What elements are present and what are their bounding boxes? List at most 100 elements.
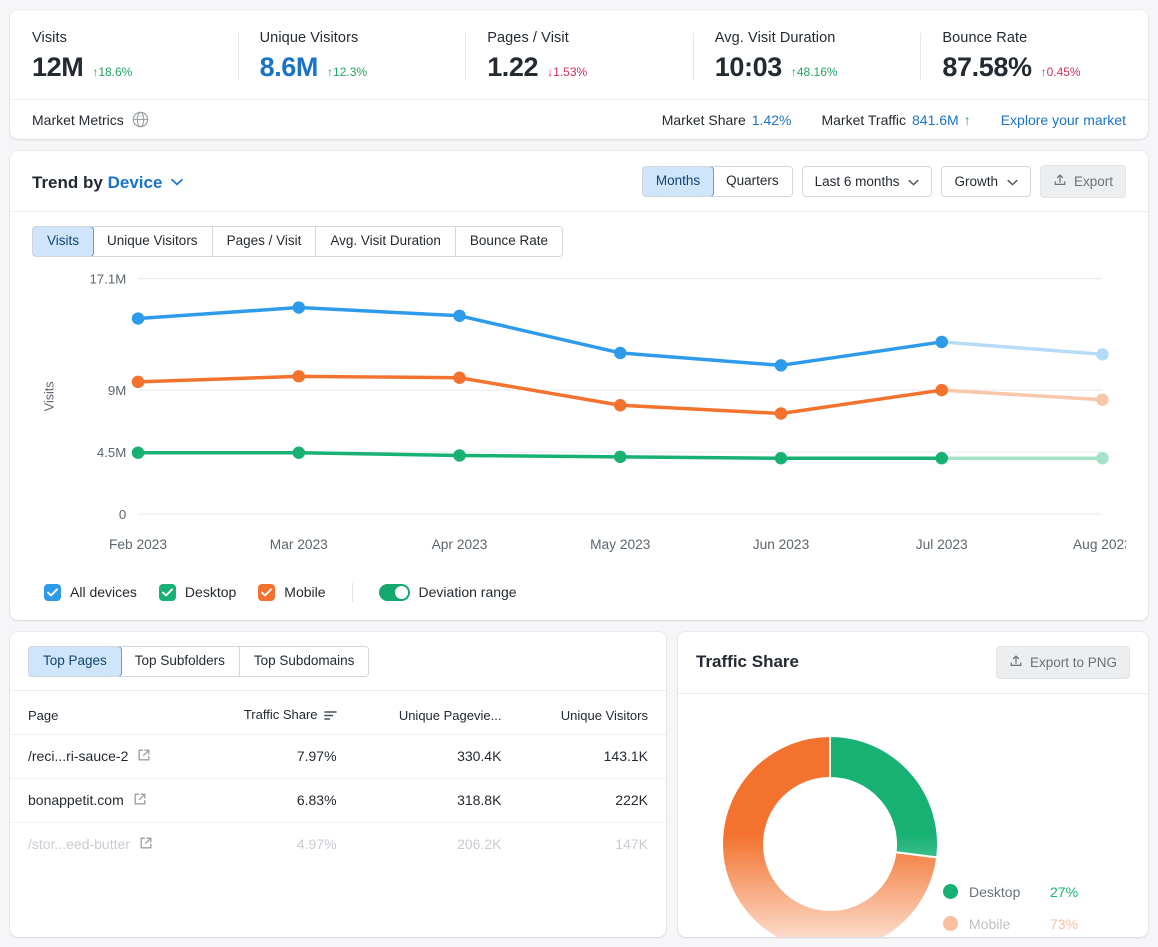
- cell-page[interactable]: /stor...eed-butter: [10, 822, 201, 866]
- checkbox-icon[interactable]: [44, 584, 61, 601]
- series-line-all-devices: [138, 307, 942, 365]
- mode-dropdown[interactable]: Growth: [941, 166, 1031, 197]
- market-metrics-label-group: Market Metrics: [32, 111, 149, 128]
- export-button[interactable]: Export: [1040, 165, 1126, 198]
- external-link-icon[interactable]: [137, 748, 151, 765]
- data-point[interactable]: [1096, 452, 1109, 464]
- data-point[interactable]: [775, 452, 788, 464]
- metric-tabstrip[interactable]: VisitsUnique VisitorsPages / VisitAvg. V…: [32, 226, 563, 257]
- series-forecast-all-devices: [942, 342, 1103, 354]
- data-point[interactable]: [775, 359, 788, 371]
- export-icon: [1009, 654, 1023, 671]
- trend-title: Trend by Device: [32, 171, 183, 193]
- metric-tab-visits[interactable]: Visits: [32, 226, 94, 257]
- column-header-label: Traffic Share: [244, 707, 318, 722]
- pages-tab-top-pages[interactable]: Top Pages: [28, 646, 122, 677]
- x-axis-tick-label: Feb 2023: [109, 537, 167, 552]
- data-point[interactable]: [614, 347, 627, 359]
- column-header-traffic-share[interactable]: Traffic Share: [201, 691, 354, 735]
- table-row[interactable]: /reci...ri-sauce-27.97%330.4K143.1K: [10, 734, 666, 778]
- page-name: /reci...ri-sauce-2: [28, 748, 128, 764]
- granularity-months[interactable]: Months: [642, 166, 714, 197]
- legend-color-dot: [943, 916, 958, 931]
- external-link-icon[interactable]: [133, 792, 147, 809]
- checkbox-icon[interactable]: [258, 584, 275, 601]
- sort-desc-icon[interactable]: [324, 709, 337, 724]
- external-link-icon[interactable]: [139, 836, 153, 853]
- data-point[interactable]: [293, 370, 306, 382]
- data-point[interactable]: [293, 301, 306, 313]
- donut-legend-item-mobile[interactable]: Mobile73%: [943, 916, 1078, 932]
- metric-tab-avg-visit-duration[interactable]: Avg. Visit Duration: [316, 227, 456, 256]
- metric-tab-bounce-rate[interactable]: Bounce Rate: [456, 227, 562, 256]
- metric-pages-visit: Pages / Visit1.22↓1.53%: [465, 30, 693, 83]
- table-row[interactable]: bonappetit.com6.83%318.8K222K: [10, 778, 666, 822]
- granularity-quarters[interactable]: Quarters: [713, 167, 792, 196]
- data-point[interactable]: [935, 384, 948, 396]
- metric-unique-visitors: Unique Visitors8.6M↑12.3%: [238, 30, 466, 83]
- deviation-range-toggle[interactable]: [379, 584, 410, 601]
- table-row[interactable]: /stor...eed-butter4.97%206.2K147K: [10, 822, 666, 866]
- data-point[interactable]: [1096, 393, 1109, 405]
- data-point[interactable]: [132, 312, 145, 324]
- chevron-down-icon[interactable]: [171, 171, 183, 191]
- explore-your-market-link[interactable]: Explore your market: [1001, 112, 1126, 128]
- page-name: bonappetit.com: [28, 792, 124, 808]
- metric-value: 1.22: [487, 52, 538, 83]
- column-header-unique-pagevie[interactable]: Unique Pagevie...: [355, 691, 520, 735]
- data-point[interactable]: [453, 309, 466, 321]
- chart-legend: All devices Desktop Mobile Deviation range: [10, 575, 1148, 620]
- metric-delta: ↑48.16%: [791, 65, 838, 79]
- top-pages-card: Top PagesTop SubfoldersTop Subdomains Pa…: [10, 632, 666, 937]
- data-point[interactable]: [614, 399, 627, 411]
- granularity-segmented-control[interactable]: MonthsQuarters: [642, 166, 793, 197]
- metric-value: 10:03: [715, 52, 782, 83]
- deviation-range-toggle-group[interactable]: Deviation range: [379, 584, 517, 601]
- pages-tabstrip[interactable]: Top PagesTop SubfoldersTop Subdomains: [28, 646, 369, 677]
- data-point[interactable]: [293, 446, 306, 458]
- export-to-png-button[interactable]: Export to PNG: [996, 646, 1130, 679]
- data-point[interactable]: [453, 449, 466, 461]
- legend-item-desktop[interactable]: Desktop: [159, 584, 236, 601]
- trend-card: Trend by Device MonthsQuarters Last 6 mo…: [10, 151, 1148, 620]
- legend-divider: [352, 583, 353, 602]
- donut-slice-desktop[interactable]: [830, 736, 938, 858]
- table-header-row: Page Traffic Share Unique Pagevie... Unique…: [10, 691, 666, 735]
- cell-unique-visitors: 222K: [519, 778, 666, 822]
- period-dropdown[interactable]: Last 6 months: [802, 166, 933, 197]
- legend-item-all-devices[interactable]: All devices: [44, 584, 137, 601]
- cell-page[interactable]: bonappetit.com: [10, 778, 201, 822]
- market-traffic-value: 841.6M: [912, 112, 959, 128]
- data-point[interactable]: [132, 446, 145, 458]
- donut-legend-item-desktop[interactable]: Desktop27%: [943, 884, 1078, 900]
- metric-tab-unique-visitors[interactable]: Unique Visitors: [93, 227, 213, 256]
- cell-page[interactable]: /reci...ri-sauce-2: [10, 734, 201, 778]
- trend-chart-svg: 04.5M9M17.1MVisitsFeb 2023Mar 2023Apr 20…: [32, 267, 1126, 575]
- x-axis-tick-label: Aug 2023: [1073, 537, 1126, 552]
- x-axis-tick-label: Jun 2023: [753, 537, 810, 552]
- trend-dimension-selector[interactable]: Device: [108, 173, 163, 192]
- metric-tab-pages-visit[interactable]: Pages / Visit: [213, 227, 317, 256]
- data-point[interactable]: [935, 452, 948, 464]
- traffic-share-donut: [708, 722, 953, 937]
- data-point[interactable]: [132, 376, 145, 388]
- column-header-page[interactable]: Page: [10, 691, 201, 735]
- column-header-unique-visitors[interactable]: Unique Visitors: [519, 691, 666, 735]
- y-axis-tick-label: 17.1M: [89, 271, 126, 286]
- data-point[interactable]: [935, 336, 948, 348]
- pages-tab-top-subfolders[interactable]: Top Subfolders: [121, 647, 240, 676]
- legend-item-label: Desktop: [185, 584, 236, 600]
- data-point[interactable]: [1096, 348, 1109, 360]
- export-icon: [1053, 173, 1067, 190]
- trend-header: Trend by Device MonthsQuarters Last 6 mo…: [10, 151, 1148, 212]
- series-forecast-mobile: [942, 390, 1103, 400]
- checkbox-icon[interactable]: [159, 584, 176, 601]
- data-point[interactable]: [614, 451, 627, 463]
- data-point[interactable]: [453, 371, 466, 383]
- market-metrics-values: Market Share1.42% Market Traffic841.6M↑ …: [662, 112, 1126, 128]
- legend-item-mobile[interactable]: Mobile: [258, 584, 325, 601]
- column-header-label: Unique Pagevie...: [399, 708, 502, 723]
- export-to-png-label: Export to PNG: [1030, 655, 1117, 670]
- pages-tab-top-subdomains[interactable]: Top Subdomains: [240, 647, 369, 676]
- data-point[interactable]: [775, 407, 788, 419]
